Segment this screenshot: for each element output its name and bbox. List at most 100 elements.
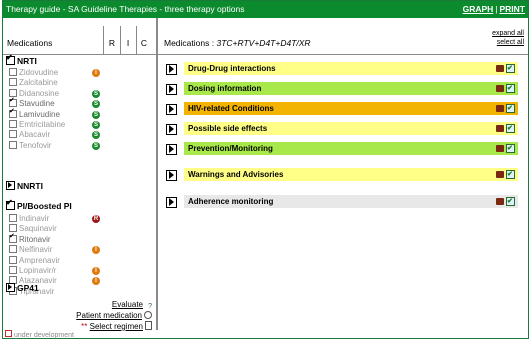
- title-links: GRAPH | PRINT: [462, 4, 526, 14]
- column-divider: [136, 26, 137, 54]
- drug-label: Tenofovir: [19, 140, 52, 150]
- print-icon[interactable]: [496, 125, 504, 132]
- section-row[interactable]: Possible side effects: [184, 122, 518, 135]
- drug-item[interactable]: Saquinavir: [9, 224, 57, 233]
- drug-item[interactable]: Indinavir: [9, 214, 49, 223]
- print-link[interactable]: PRINT: [500, 4, 526, 14]
- drug-item[interactable]: Abacavir: [9, 130, 50, 139]
- expand-section-icon[interactable]: [166, 124, 177, 135]
- group-nrti[interactable]: NRTI: [6, 53, 37, 66]
- resistance-badge-icon: S: [92, 131, 100, 140]
- group-nnrti[interactable]: NNRTI: [6, 181, 43, 191]
- print-icon[interactable]: [496, 105, 504, 112]
- medications-column-header: Medications: [7, 38, 53, 48]
- nrti-checkbox[interactable]: [6, 53, 15, 65]
- under-development-note: under development: [5, 330, 74, 339]
- drug-checkbox[interactable]: [9, 245, 17, 254]
- drug-item[interactable]: Lopinavir/r: [9, 266, 56, 275]
- expand-section-icon[interactable]: [166, 84, 177, 95]
- select-regimen-row[interactable]: ** Select regimen: [81, 321, 152, 331]
- drug-label: Nelfinavir: [19, 245, 53, 255]
- resistance-badge-icon: I: [92, 277, 100, 286]
- expand-arrow-icon[interactable]: [6, 283, 15, 292]
- print-icon[interactable]: [496, 171, 504, 178]
- drug-checkbox[interactable]: [9, 255, 17, 264]
- select-all-link[interactable]: select all: [492, 38, 524, 47]
- title-bar: Therapy guide - SA Guideline Therapies -…: [3, 1, 528, 18]
- select-checkbox-icon[interactable]: [506, 122, 515, 135]
- document-icon: [145, 321, 152, 330]
- expand-section-icon[interactable]: [166, 144, 177, 155]
- section-label: Prevention/Monitoring: [188, 144, 273, 153]
- print-icon[interactable]: [496, 85, 504, 92]
- required-mark: **: [81, 322, 88, 331]
- drug-checkbox[interactable]: [9, 78, 17, 87]
- select-regimen-link[interactable]: Select regimen: [90, 322, 143, 331]
- drug-item[interactable]: Zidovudine: [9, 68, 58, 77]
- column-divider: [120, 26, 121, 54]
- resistance-badge-icon: S: [92, 121, 100, 129]
- patient-medication-link[interactable]: Patient medication: [76, 311, 142, 320]
- group-gp41[interactable]: GP41: [6, 283, 39, 293]
- select-checkbox-icon[interactable]: [506, 62, 515, 75]
- drug-checkbox[interactable]: [9, 140, 17, 149]
- section-row[interactable]: Dosing information: [184, 82, 518, 95]
- drug-item[interactable]: Amprenavir: [9, 255, 60, 265]
- pi-checkbox[interactable]: [6, 198, 15, 210]
- print-icon[interactable]: [496, 65, 504, 72]
- resistance-badge-icon: I: [92, 267, 100, 275]
- select-checkbox-icon[interactable]: [506, 195, 515, 208]
- section-label: Possible side effects: [188, 124, 268, 133]
- evaluate-link[interactable]: Evaluate: [112, 300, 143, 309]
- drug-item[interactable]: Tenofovir: [9, 140, 52, 150]
- section-row[interactable]: Adherence monitoring: [184, 195, 518, 208]
- drug-item[interactable]: Lamivudine: [9, 107, 60, 119]
- graph-link[interactable]: GRAPH: [463, 4, 494, 14]
- expand-section-icon[interactable]: [166, 170, 177, 181]
- section-label: Adherence monitoring: [188, 197, 274, 206]
- select-checkbox-icon[interactable]: [506, 168, 515, 181]
- expand-section-icon[interactable]: [166, 64, 177, 75]
- select-checkbox-icon[interactable]: [506, 82, 515, 95]
- evaluate-row[interactable]: Evaluate?: [112, 300, 152, 310]
- column-divider: [103, 26, 104, 54]
- section-row[interactable]: HIV-related Conditions: [184, 102, 518, 115]
- section-row[interactable]: Drug-Drug interactions: [184, 62, 518, 75]
- section-row[interactable]: Warnings and Advisories: [184, 168, 518, 181]
- drug-label: Emtricitabine: [19, 120, 66, 129]
- expand-section-icon[interactable]: [166, 104, 177, 115]
- r-column-header: R: [108, 38, 116, 48]
- drug-checkbox[interactable]: [9, 266, 17, 274]
- information-header: Medications : 3TC+RTV+D4T+D4T/XR expand …: [158, 18, 528, 55]
- section-row[interactable]: Prevention/Monitoring: [184, 142, 518, 155]
- drug-checkbox[interactable]: [9, 107, 17, 118]
- drug-item[interactable]: Didanosine: [9, 88, 59, 98]
- section-label: HIV-related Conditions: [188, 104, 274, 113]
- print-icon[interactable]: [496, 145, 504, 152]
- drug-checkbox[interactable]: [9, 214, 17, 222]
- drug-checkbox[interactable]: [9, 232, 17, 243]
- drug-item[interactable]: Ritonavir: [9, 232, 51, 244]
- drug-item[interactable]: Nelfinavir: [9, 245, 52, 254]
- drug-label: Amprenavir: [19, 255, 60, 265]
- drug-item[interactable]: Zalcitabine: [9, 78, 58, 87]
- expand-section-icon[interactable]: [166, 197, 177, 208]
- group-label: NNRTI: [17, 181, 43, 191]
- expand-all-link[interactable]: expand all: [492, 29, 524, 38]
- resistance-badge-icon: S: [92, 89, 100, 98]
- drug-checkbox[interactable]: [9, 68, 17, 76]
- drug-item[interactable]: Stavudine: [9, 96, 55, 108]
- patient-medication-row[interactable]: Patient medication: [76, 311, 152, 320]
- select-checkbox-icon[interactable]: [506, 102, 515, 115]
- drug-item[interactable]: Emtricitabine: [9, 120, 65, 129]
- select-checkbox-icon[interactable]: [506, 142, 515, 155]
- group-label: NRTI: [17, 56, 37, 66]
- drug-checkbox[interactable]: [9, 120, 17, 128]
- group-pi[interactable]: PI/Boosted PI: [6, 198, 72, 211]
- expand-arrow-icon[interactable]: [6, 181, 15, 190]
- drug-checkbox[interactable]: [9, 130, 17, 139]
- print-icon[interactable]: [496, 198, 504, 205]
- information-panel: Medications : 3TC+RTV+D4T+D4T/XR expand …: [158, 18, 528, 330]
- resistance-badge-icon: R: [92, 215, 100, 223]
- resistance-badge-icon: S: [92, 100, 100, 109]
